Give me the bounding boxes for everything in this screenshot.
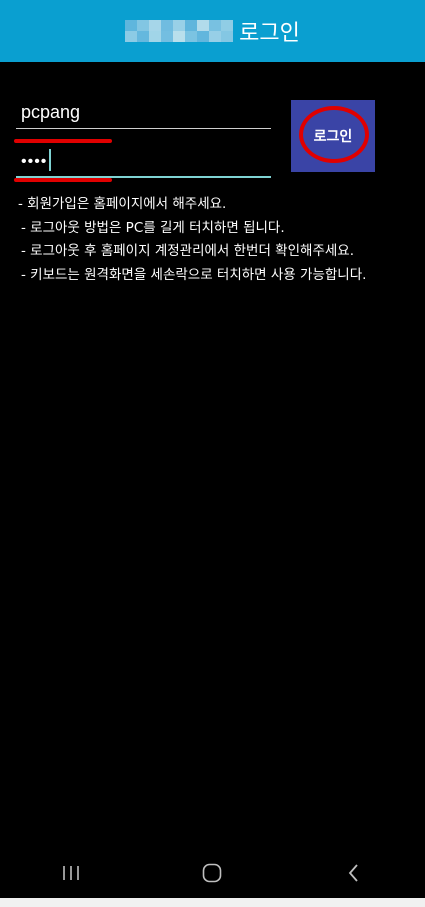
home-icon [203, 863, 222, 883]
bottom-strip [0, 898, 425, 907]
instructions: - 회원가입은 홈페이지에서 해주세요. - 로그아웃 방법은 PC를 길게 터… [18, 193, 418, 287]
recent-apps-icon [63, 866, 79, 880]
instruction-line: - 로그아웃 후 홈페이지 계정관리에서 한번더 확인해주세요. [21, 243, 354, 259]
login-button-label: 로그인 [313, 129, 353, 145]
password-red-highlight [14, 178, 112, 182]
system-nav-bar [0, 848, 425, 898]
username-red-highlight [14, 139, 112, 143]
back-icon [348, 864, 358, 882]
blurred-app-name [125, 20, 234, 42]
password-masked-value: •••• [21, 153, 48, 170]
instruction-line: - 회원가입은 홈페이지에서 해주세요. [18, 196, 227, 212]
recent-apps-button[interactable] [41, 853, 101, 893]
app-bar: 로그인 [0, 0, 425, 62]
password-field[interactable]: •••• [16, 146, 271, 178]
login-button[interactable]: 로그인 [291, 100, 375, 172]
home-button[interactable] [182, 853, 242, 893]
instruction-line: - 로그아웃 방법은 PC를 길게 터치하면 됩니다. [21, 219, 285, 236]
back-button[interactable] [324, 853, 384, 893]
instruction-line: - 키보드는 원격화면을 세손락으로 터치하면 사용 가능합니다. [21, 266, 367, 283]
username-field[interactable]: pcpang [16, 98, 271, 129]
text-cursor [49, 149, 52, 171]
page-title: 로그인 [239, 21, 300, 46]
username-value: pcpang [21, 102, 81, 122]
